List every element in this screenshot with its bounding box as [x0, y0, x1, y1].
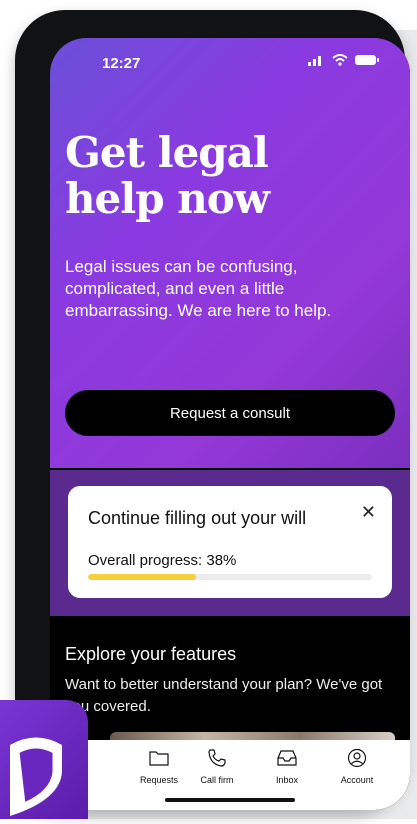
will-progress-card[interactable]: Continue filling out your will ✕ Overall…	[68, 486, 392, 598]
hero-title: Get legal help now	[65, 130, 395, 222]
close-icon[interactable]: ✕	[361, 502, 376, 523]
status-icons	[308, 54, 380, 66]
card-title: Continue filling out your will	[88, 508, 307, 528]
tab-label: Account	[340, 775, 374, 785]
status-bar: 12:27	[50, 38, 410, 82]
account-icon	[347, 748, 367, 768]
explore-title: Explore your features	[65, 644, 237, 664]
hero-title-line2: help now	[65, 174, 270, 223]
inbox-icon	[277, 750, 297, 766]
tab-call-firm[interactable]: Call firm	[186, 748, 248, 785]
request-consult-button[interactable]: Request a consult	[65, 390, 395, 436]
home-indicator	[165, 798, 295, 802]
wifi-icon	[332, 54, 348, 66]
progress-track	[88, 574, 372, 580]
folder-icon	[149, 751, 169, 766]
app-screen: 12:27 Get legal help now Legal issues ca…	[50, 38, 410, 810]
hero-title-line1: Get legal	[65, 128, 269, 177]
tab-requests[interactable]: Requests	[128, 748, 190, 785]
hero-section: 12:27 Get legal help now Legal issues ca…	[50, 38, 410, 468]
tab-label: Inbox	[275, 775, 299, 785]
explore-subtitle: Want to better understand your plan? We'…	[65, 676, 383, 715]
tab-bar: Requests Call firm Inbox Account	[50, 740, 410, 810]
progress-fill	[88, 574, 196, 580]
status-time: 12:27	[102, 55, 141, 72]
phone-icon	[208, 749, 226, 767]
tab-label: Call firm	[200, 775, 234, 785]
hero-description: Legal issues can be confusing, complicat…	[65, 257, 332, 320]
shield-icon	[10, 737, 62, 816]
battery-icon	[355, 55, 379, 65]
tab-label: Requests	[139, 775, 179, 785]
tab-account[interactable]: Account	[326, 748, 388, 785]
app-logo	[0, 700, 88, 819]
progress-label: Overall progress: 38%	[88, 552, 237, 569]
signal-icon	[308, 56, 321, 66]
phone-frame: 12:27 Get legal help now Legal issues ca…	[15, 10, 410, 810]
tab-inbox[interactable]: Inbox	[256, 748, 318, 785]
